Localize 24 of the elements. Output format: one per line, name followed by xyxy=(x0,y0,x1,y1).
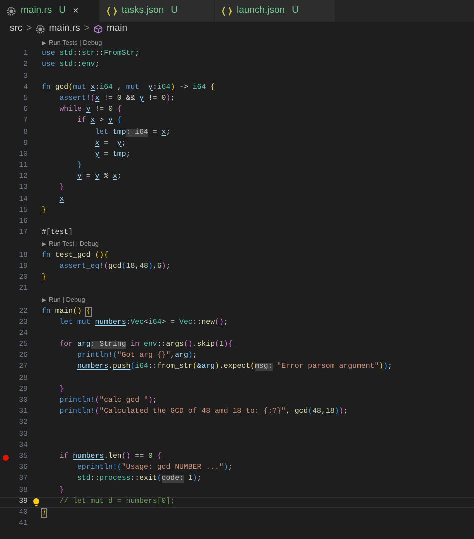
lightbulb-icon[interactable] xyxy=(33,498,40,507)
editor-tab[interactable]: tasks.json U xyxy=(100,0,215,22)
gear-icon xyxy=(36,25,46,34)
breadcrumb-item[interactable]: main.rs xyxy=(49,22,80,37)
gear-icon xyxy=(7,6,16,16)
braces-icon xyxy=(222,6,232,16)
tab-label: main.rs xyxy=(20,4,52,18)
git-status: U xyxy=(291,4,299,18)
breadcrumb-separator: > xyxy=(26,22,32,36)
play-icon xyxy=(42,242,47,248)
editor-tab[interactable]: main.rs U × xyxy=(0,0,100,22)
play-icon xyxy=(42,298,47,304)
breadcrumb-item[interactable]: src xyxy=(10,22,23,37)
play-icon xyxy=(42,41,47,46)
breadcrumb-item[interactable]: main xyxy=(106,22,128,37)
cube-icon xyxy=(94,25,103,34)
tab-label: launch.json xyxy=(236,4,286,18)
breadcrumb-separator: > xyxy=(84,22,90,36)
close-icon[interactable]: × xyxy=(70,4,89,18)
editor-tab[interactable]: launch.json U xyxy=(215,0,336,22)
braces-icon xyxy=(106,6,117,16)
git-status: U xyxy=(170,4,178,18)
git-status: U xyxy=(58,4,66,18)
tab-label: tasks.json xyxy=(120,4,164,18)
